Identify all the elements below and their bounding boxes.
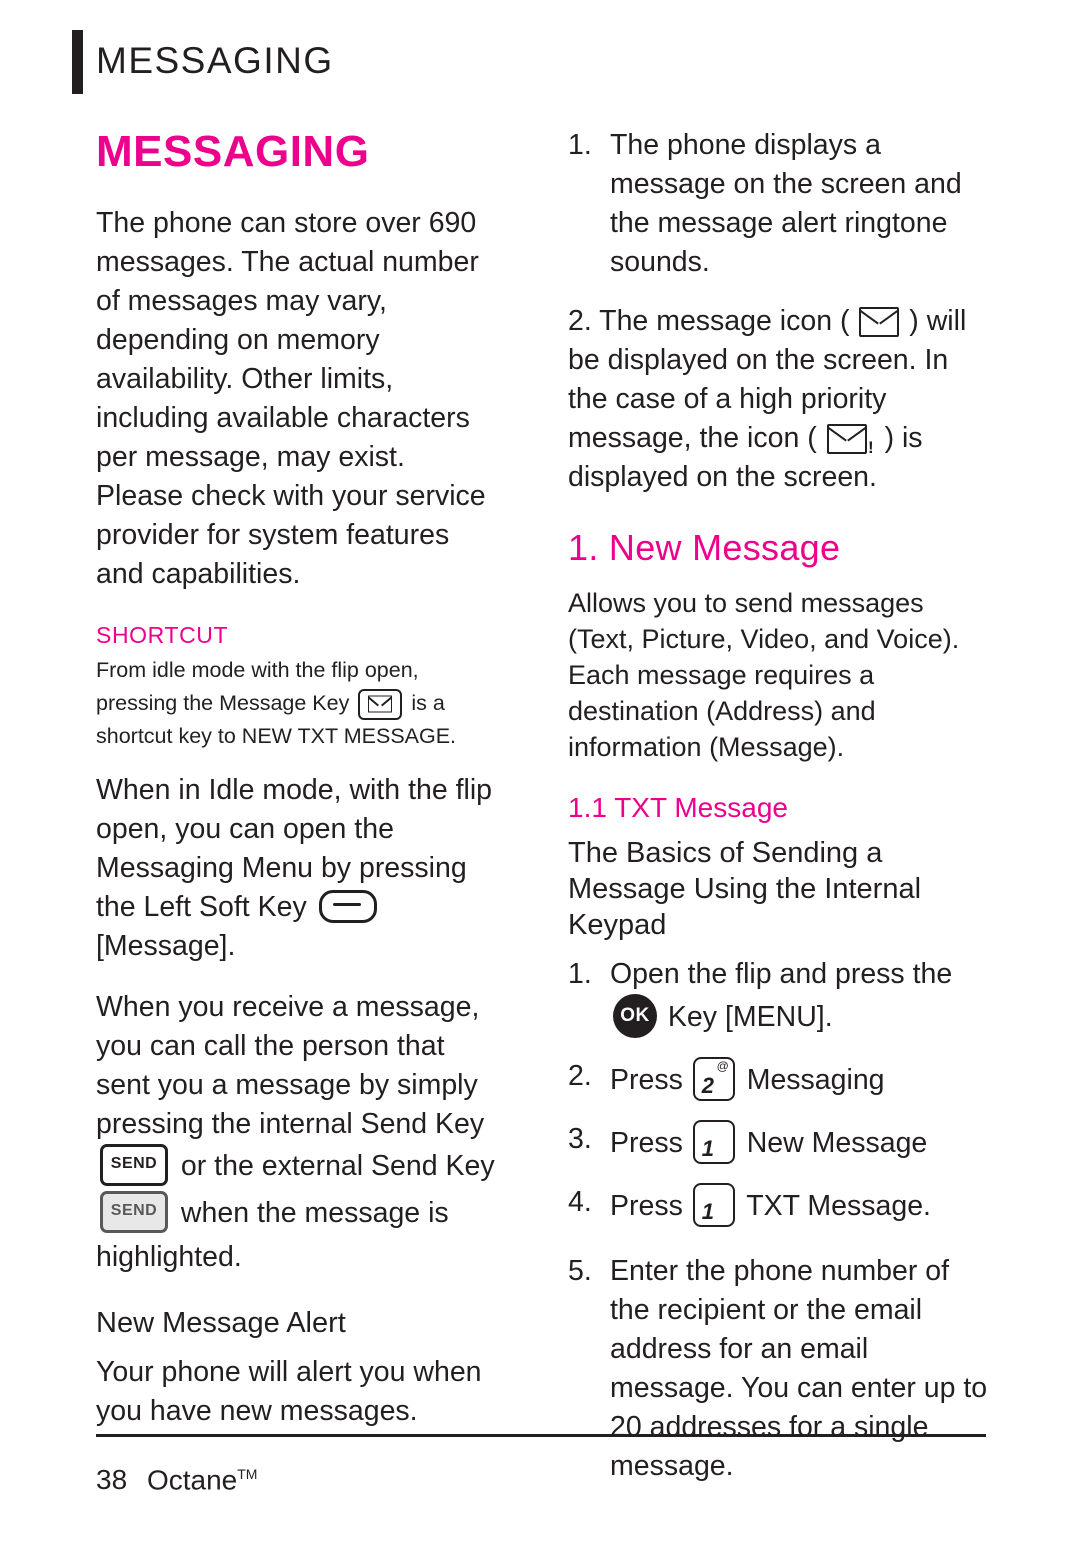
list-item: 4. Press 1 TXT Message. xyxy=(568,1183,988,1232)
receive-message-paragraph: When you receive a message, you can call… xyxy=(96,988,496,1277)
list-item: 2. Press @ 2 Messaging xyxy=(568,1057,988,1106)
list-item-text-pre: 2. The message icon ( xyxy=(568,305,850,337)
right-column: 1. The phone displays a message on the s… xyxy=(568,126,988,1500)
running-header-title: MESSAGING xyxy=(96,40,334,81)
new-message-alert-heading: New Message Alert xyxy=(96,1307,346,1339)
left-column: MESSAGING The phone can store over 690 m… xyxy=(96,126,496,1453)
page-title: MESSAGING xyxy=(96,127,370,176)
list-item-text-pre: Open the flip and press the xyxy=(610,958,953,990)
list-item-number: 2. xyxy=(568,1060,592,1092)
new-message-body: Allows you to send messages (Text, Pictu… xyxy=(568,588,960,762)
new-message-heading: 1. New Message xyxy=(568,527,841,568)
txt-message-heading: 1.1 TXT Message xyxy=(568,792,788,823)
keypad-key-1-digit: 1 xyxy=(701,1136,715,1161)
keypad-key-2-superscript: @ xyxy=(716,1059,729,1073)
shortcut-paragraph: From idle mode with the flip open, press… xyxy=(96,654,496,753)
list-item-text-post: Messaging xyxy=(746,1064,885,1097)
list-item: 1. Open the flip and press the OK Key [M… xyxy=(568,955,988,1043)
list-item: 5. Enter the phone number of the recipie… xyxy=(568,1252,988,1486)
list-item-text-post: Key [MENU]. xyxy=(667,1001,833,1034)
list-item-number: 3. xyxy=(568,1123,592,1155)
list-item-number: 1. xyxy=(568,958,592,990)
receive-text-mid: or the external Send Key xyxy=(180,1150,495,1183)
footer-divider xyxy=(96,1434,986,1437)
message-key-icon xyxy=(358,688,403,720)
footer: 38 OctaneTM xyxy=(96,1456,257,1498)
message-envelope-icon xyxy=(859,307,900,338)
list-item: 1. The phone displays a message on the s… xyxy=(568,126,988,282)
list-item: 2. The message icon ( ) will be displaye… xyxy=(568,302,988,497)
idle-text-pre: When in Idle mode, with the flip open, y… xyxy=(96,774,493,923)
receive-text-pre: When you receive a message, you can call… xyxy=(96,991,485,1140)
list-item-number: 1. xyxy=(568,129,592,161)
list-item-text-post: New Message xyxy=(746,1127,928,1160)
list-item-number: 5. xyxy=(568,1255,592,1287)
external-send-key-icon: SEND xyxy=(100,1191,168,1233)
product-name: Octane xyxy=(146,1464,238,1496)
keypad-key-2-digit: 2 xyxy=(701,1073,715,1098)
list-item-text-pre: Press xyxy=(610,1190,683,1223)
page-number: 38 xyxy=(96,1464,128,1496)
list-item-text-post: TXT Message. xyxy=(746,1190,931,1223)
high-priority-envelope-icon: ! xyxy=(826,424,874,456)
idle-text-post: [Message]. xyxy=(96,930,236,962)
list-item-text: Enter the phone number of the recipient … xyxy=(610,1255,988,1482)
running-header: MESSAGING xyxy=(72,30,996,94)
new-message-alert-body: Your phone will alert you when you have … xyxy=(96,1356,482,1427)
ok-key-icon: OK xyxy=(613,994,657,1038)
idle-mode-paragraph: When in Idle mode, with the flip open, y… xyxy=(96,771,496,966)
trademark-symbol: TM xyxy=(237,1466,258,1482)
keypad-key-2-icon: @ 2 xyxy=(692,1057,735,1101)
keypad-key-1-icon: 1 xyxy=(692,1183,735,1227)
list-item: 3. Press 1 New Message xyxy=(568,1120,988,1169)
internal-send-key-icon: SEND xyxy=(100,1144,168,1186)
left-soft-key-icon xyxy=(318,889,377,923)
keypad-key-1-icon: 1 xyxy=(692,1120,735,1164)
shortcut-label: SHORTCUT xyxy=(96,622,229,648)
keypad-key-1-digit: 1 xyxy=(701,1199,715,1224)
alert-steps-list: 1. The phone displays a message on the s… xyxy=(568,126,988,497)
sending-steps-list: 1. Open the flip and press the OK Key [M… xyxy=(568,955,988,1486)
intro-paragraph: The phone can store over 690 messages. T… xyxy=(96,207,486,590)
basics-heading: The Basics of Sending a Message Using th… xyxy=(568,837,922,941)
header-rule xyxy=(72,30,83,94)
list-item-text-pre: Press xyxy=(610,1127,683,1160)
list-item-text: The phone displays a message on the scre… xyxy=(610,129,962,278)
list-item-text-pre: Press xyxy=(610,1064,683,1097)
list-item-number: 4. xyxy=(568,1186,592,1218)
